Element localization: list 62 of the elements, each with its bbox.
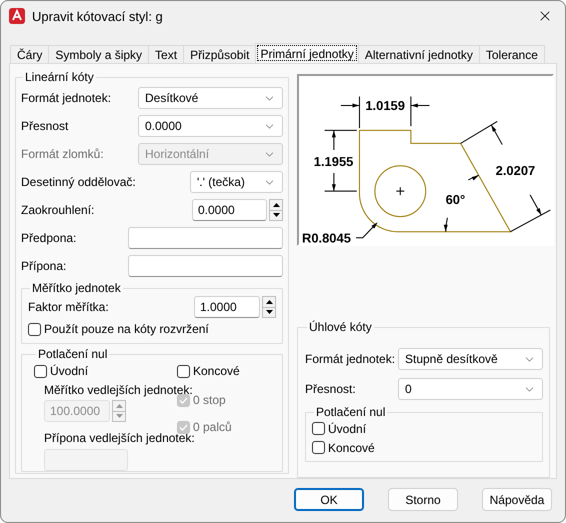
field-label: Formát jednotek: [305, 352, 396, 366]
dimension-label: 60° [446, 192, 466, 207]
window-title: Upravit kótovací styl: g [32, 8, 164, 24]
checkbox-label: 0 palců [193, 420, 232, 434]
spin-buttons[interactable] [262, 296, 276, 318]
field-label: Formát jednotek: [21, 91, 112, 105]
dialog-button[interactable]: Storno [388, 488, 458, 511]
app-logo-icon [9, 8, 25, 24]
dropdown[interactable]: '.' (tečka) [190, 171, 283, 193]
text-field[interactable] [128, 227, 283, 249]
checkbox-label: Koncové [193, 364, 240, 378]
dropdown[interactable]: 0 [398, 378, 543, 400]
checkbox-label: Úvodní [50, 364, 88, 378]
checkbox[interactable] [177, 364, 190, 378]
checkbox-label: Použít pouze na kóty rozvržení [44, 322, 209, 336]
checkbox-label: Koncové [328, 440, 375, 454]
number-field[interactable]: 0.0000 [192, 199, 267, 221]
dimension-label: 2.0207 [496, 162, 536, 178]
angle-dimension [444, 174, 480, 232]
checkbox[interactable] [312, 422, 325, 435]
checkbox[interactable] [312, 441, 325, 454]
field-label: Přesnost: [305, 382, 356, 396]
check-icon [179, 424, 188, 430]
checkbox-label: Úvodní [328, 422, 366, 436]
number-field[interactable]: 1.0000 [194, 296, 260, 318]
group-title: Lineární kóty [24, 70, 95, 84]
tab[interactable]: Alternativní jednotky [358, 45, 480, 63]
checkbox[interactable] [28, 322, 41, 336]
leader-line [356, 222, 378, 238]
tab[interactable]: Tolerance [478, 45, 545, 63]
dimension-label: 1.1955 [314, 154, 354, 169]
dimension-label: R0.8045 [302, 230, 351, 244]
tab[interactable]: Symboly a šipky [48, 45, 150, 63]
tab[interactable]: Čáry [10, 45, 50, 63]
center-mark-icon [396, 186, 405, 196]
spin-buttons[interactable] [269, 199, 283, 221]
dropdown[interactable]: 0.0000 [138, 115, 283, 137]
field-label: Přípona: [21, 259, 66, 273]
field-label: Předpona: [21, 231, 76, 245]
checkbox[interactable] [34, 364, 47, 378]
text-field[interactable] [128, 255, 283, 277]
field-label: Měřítko vedlejších jednotek: [44, 383, 193, 397]
dropdown[interactable]: Stupně desítkově [398, 348, 543, 370]
dialog-button[interactable]: OK [294, 488, 364, 511]
tab[interactable]: Primární jednotky [255, 43, 359, 63]
field-label: Zaokrouhlení: [21, 203, 94, 217]
field-label: Přesnost [21, 119, 68, 133]
dimension-label: 1.0159 [365, 98, 405, 114]
group-title: Měřítko jednotek [31, 281, 122, 295]
field-label: Přípona vedlejších jednotek: [44, 431, 195, 445]
dropdown[interactable]: Desítkové [138, 87, 283, 109]
field-label: Faktor měřítka: [28, 300, 109, 314]
tab[interactable]: Přizpůsobit [183, 45, 256, 63]
group-title: Potlačení nul [315, 405, 386, 419]
field-label: Desetinný oddělovač: [21, 175, 136, 189]
check-icon [179, 396, 188, 404]
dialog-button[interactable]: Nápověda [482, 488, 552, 511]
field-label: Formát zlomků: [21, 147, 104, 161]
checkbox-label: 0 stop [193, 393, 226, 407]
group-title: Potlačení nul [37, 347, 108, 361]
group-title: Úhlové kóty [308, 320, 373, 334]
hole-circle [374, 165, 426, 218]
